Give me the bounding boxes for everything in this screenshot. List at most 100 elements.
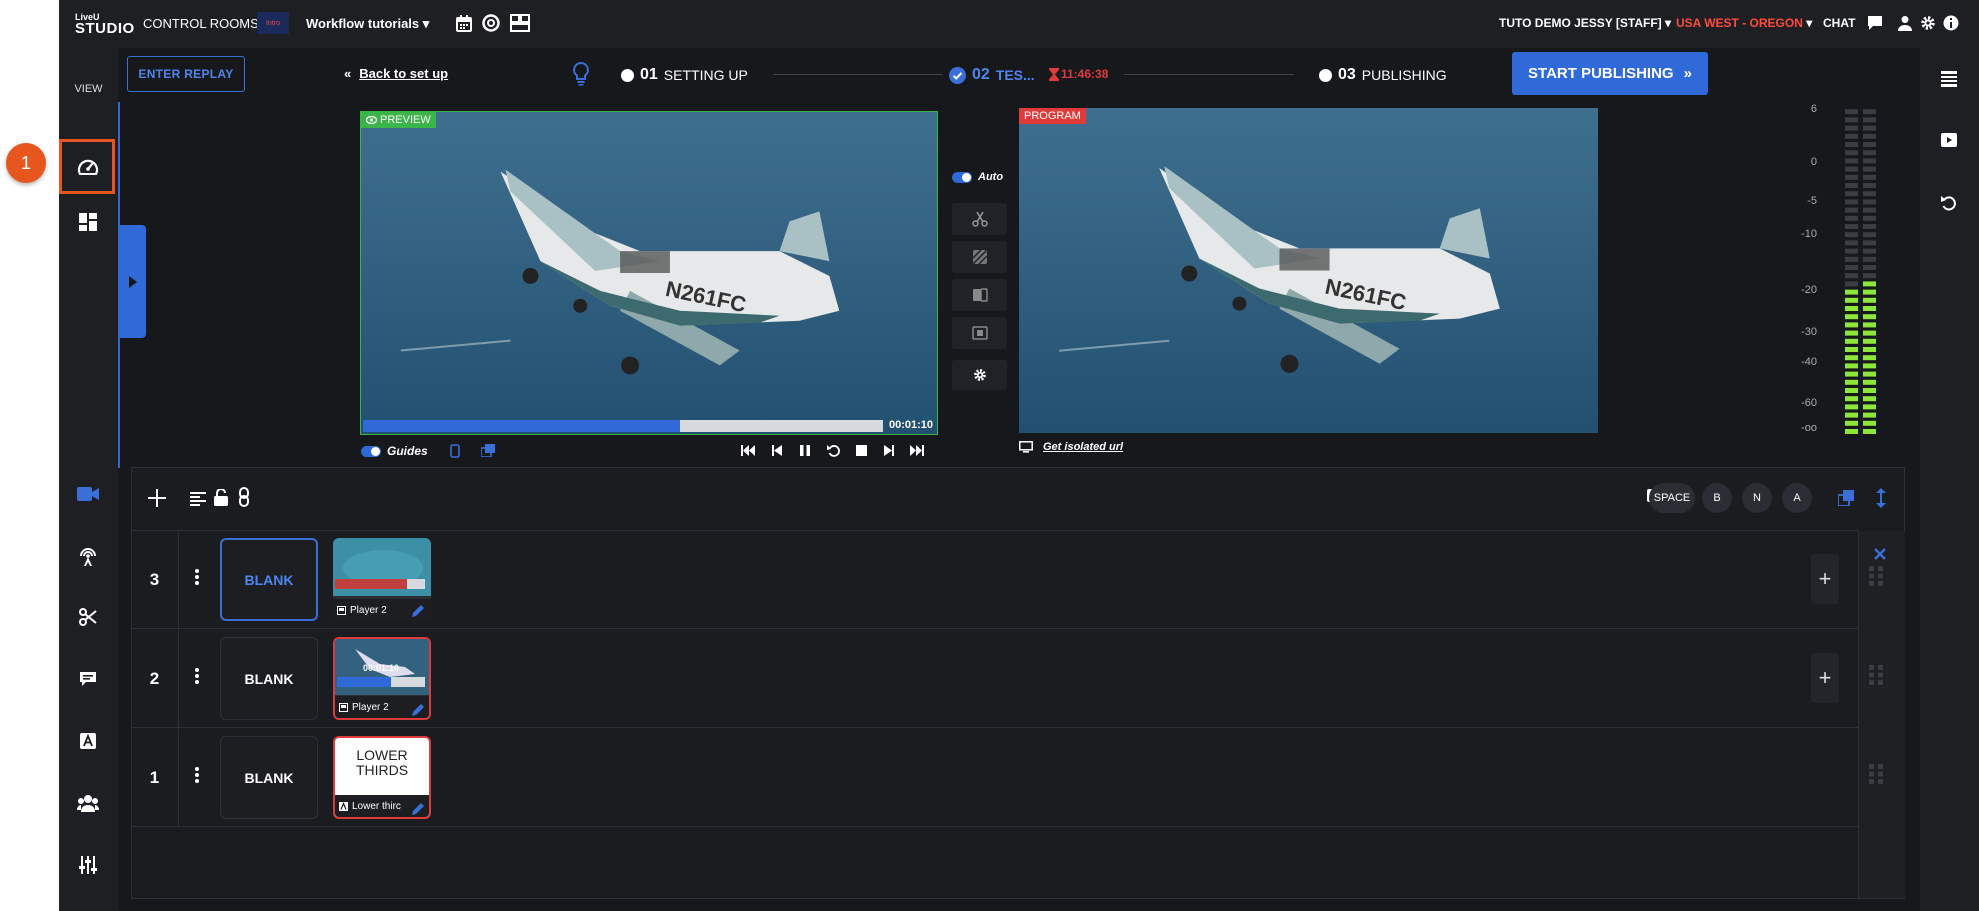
replay-icon[interactable] bbox=[827, 444, 840, 457]
isolated-url-link[interactable]: Get isolated url bbox=[1019, 441, 1123, 453]
pause-icon[interactable] bbox=[800, 445, 810, 456]
step-3[interactable]: 03 PUBLISHING bbox=[1319, 66, 1447, 84]
help-lifebuoy-icon[interactable] bbox=[482, 14, 500, 32]
vu-segment bbox=[1863, 224, 1876, 229]
rail-layout[interactable] bbox=[74, 208, 102, 236]
logo[interactable]: LiveU STUDIO bbox=[75, 11, 135, 36]
transition-settings-button[interactable] bbox=[952, 360, 1007, 390]
calendar-icon[interactable] bbox=[456, 15, 472, 32]
layer-row-1[interactable]: 1 BLANK LOWER THIRDS Lower thirc bbox=[131, 729, 1883, 827]
guides-label: Guides bbox=[387, 444, 428, 458]
shortcut-key-n[interactable]: N bbox=[1742, 483, 1772, 513]
vu-segment bbox=[1845, 207, 1858, 213]
edit-pencil-icon[interactable] bbox=[411, 604, 425, 618]
row-menu-icon[interactable] bbox=[195, 668, 199, 684]
rundown-list-icon[interactable] bbox=[1941, 71, 1957, 87]
next-icon[interactable] bbox=[884, 445, 894, 456]
user-icon[interactable] bbox=[1897, 15, 1913, 31]
drag-handle-icon[interactable] bbox=[1869, 764, 1883, 784]
rail-guests[interactable] bbox=[74, 789, 102, 817]
layout-grid-icon[interactable] bbox=[510, 14, 530, 32]
layer-row-3[interactable]: 3 BLANK Player 2 + bbox=[131, 531, 1883, 629]
skip-to-start-icon[interactable] bbox=[741, 445, 755, 456]
control-rooms-link[interactable]: CONTROL ROOMS bbox=[143, 16, 259, 31]
rail-streams[interactable] bbox=[74, 542, 102, 570]
preview-monitor[interactable]: N261FC PREVIEW 00:01:10 bbox=[360, 111, 938, 435]
link-chain-icon[interactable] bbox=[239, 487, 249, 507]
thumb-progress-fill bbox=[337, 677, 391, 687]
copy-layers-icon[interactable] bbox=[481, 444, 495, 457]
vu-segment bbox=[1845, 125, 1858, 131]
shortcut-key-space[interactable]: SPACE bbox=[1649, 483, 1695, 513]
rail-text[interactable] bbox=[74, 727, 102, 755]
unlock-icon[interactable] bbox=[214, 489, 228, 506]
transition-cut-button[interactable] bbox=[952, 203, 1007, 235]
stop-icon[interactable] bbox=[856, 445, 867, 456]
rail-mixer[interactable] bbox=[74, 851, 102, 879]
add-source-button[interactable]: + bbox=[1811, 554, 1839, 604]
region-selector[interactable]: USA WEST - OREGON ▾ bbox=[1676, 16, 1812, 30]
transition-fade-button[interactable] bbox=[952, 241, 1007, 273]
edit-pencil-icon[interactable] bbox=[411, 802, 425, 816]
chat-icon[interactable] bbox=[1867, 15, 1883, 31]
source-thumbnail[interactable]: Player 2 bbox=[333, 538, 431, 621]
program-monitor[interactable]: N261FC PROGRAM bbox=[1019, 108, 1598, 433]
users-icon bbox=[77, 795, 99, 812]
sidebar-collapse-handle[interactable] bbox=[119, 225, 146, 338]
workspace-selector[interactable]: Workflow tutorials ▾ bbox=[306, 16, 429, 32]
auto-toggle[interactable]: Auto bbox=[952, 171, 1003, 183]
edit-pencil-icon[interactable] bbox=[411, 703, 425, 717]
rail-dashboard[interactable] bbox=[74, 153, 102, 181]
lightbulb-icon[interactable] bbox=[573, 62, 589, 86]
row-menu-icon[interactable] bbox=[195, 767, 199, 783]
video-camera-icon bbox=[77, 487, 99, 501]
settings-gear-icon[interactable] bbox=[1920, 15, 1936, 31]
back-to-setup-link[interactable]: «Back to set up bbox=[344, 66, 448, 81]
step-1[interactable]: 01 SETTING UP bbox=[621, 66, 748, 84]
media-player-icon[interactable] bbox=[1940, 132, 1958, 148]
lower-thirds-thumbnail[interactable]: LOWER THIRDS Lower thirc bbox=[333, 736, 431, 819]
rail-cameras[interactable] bbox=[74, 480, 102, 508]
rail-editing[interactable] bbox=[74, 603, 102, 631]
chat-label[interactable]: CHAT bbox=[1823, 16, 1855, 30]
blank-source-button[interactable]: BLANK bbox=[220, 538, 318, 621]
guides-toggle[interactable]: Guides bbox=[361, 444, 428, 458]
guides-switch bbox=[361, 445, 381, 457]
right-rail bbox=[1920, 48, 1979, 911]
chevron-right-icon bbox=[128, 275, 137, 288]
vu-segment bbox=[1863, 248, 1876, 254]
previous-icon[interactable] bbox=[772, 445, 782, 456]
drag-handle-icon[interactable] bbox=[1869, 665, 1883, 685]
close-column bbox=[1858, 531, 1905, 898]
transition-slide-button[interactable] bbox=[952, 317, 1007, 349]
history-icon[interactable] bbox=[1941, 195, 1957, 211]
info-icon[interactable] bbox=[1943, 15, 1959, 31]
preview-progress-track[interactable] bbox=[363, 420, 883, 432]
layer-row-2[interactable]: 2 BLANK 00:01:10 Player 2 + bbox=[131, 630, 1883, 728]
vu-segment bbox=[1845, 158, 1858, 164]
shortcut-key-a[interactable]: A bbox=[1782, 483, 1812, 513]
transition-wipe-button[interactable] bbox=[952, 279, 1007, 311]
align-left-icon[interactable] bbox=[190, 492, 206, 506]
mobile-icon[interactable] bbox=[450, 444, 460, 458]
source-thumbnail-live[interactable]: 00:01:10 Player 2 bbox=[333, 637, 431, 720]
blank-source-button[interactable]: BLANK bbox=[220, 736, 318, 819]
rail-messages[interactable] bbox=[74, 665, 102, 693]
add-source-button[interactable]: + bbox=[1811, 653, 1839, 703]
vu-segment bbox=[1863, 396, 1876, 402]
user-menu[interactable]: TUTO DEMO JESSY [STAFF] ▾ bbox=[1499, 16, 1671, 30]
skip-to-end-icon[interactable] bbox=[910, 445, 924, 456]
expand-vertical-icon[interactable] bbox=[1876, 488, 1886, 508]
text-box-icon bbox=[80, 733, 96, 749]
close-icon[interactable] bbox=[1874, 548, 1886, 560]
start-publishing-button[interactable]: START PUBLISHING » bbox=[1512, 52, 1708, 95]
row-menu-icon[interactable] bbox=[195, 569, 199, 585]
shortcut-key-b[interactable]: B bbox=[1702, 483, 1732, 513]
drag-handle-icon[interactable] bbox=[1869, 566, 1883, 586]
add-layer-icon[interactable] bbox=[148, 489, 166, 507]
duplicate-icon[interactable] bbox=[1838, 490, 1854, 506]
enter-replay-button[interactable]: ENTER REPLAY bbox=[127, 56, 245, 92]
step-2[interactable]: 02 TES... bbox=[949, 66, 1035, 84]
blank-source-button[interactable]: BLANK bbox=[220, 637, 318, 720]
vu-segment bbox=[1863, 404, 1876, 410]
